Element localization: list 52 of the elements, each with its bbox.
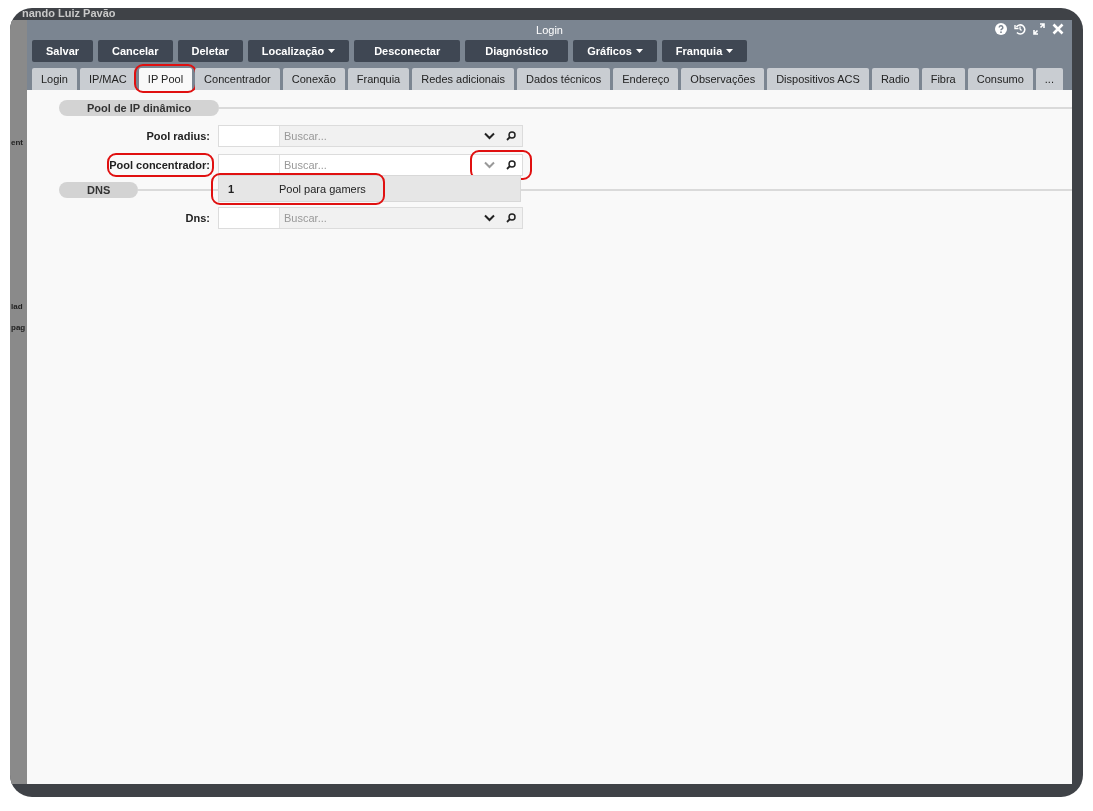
section-header: Pool de IP dinâmico [59, 100, 220, 116]
toolbar-button[interactable]: Cancelar [98, 40, 173, 62]
caret-icon [726, 49, 734, 53]
menu-button[interactable]: Franquia [661, 40, 748, 62]
menu-button[interactable]: Localização [247, 40, 350, 62]
tab[interactable]: Fibra [921, 68, 965, 90]
tab[interactable]: Login [32, 68, 77, 90]
tab[interactable]: ... [1035, 68, 1063, 90]
search-input[interactable]: Buscar... [280, 208, 478, 228]
history-icon[interactable] [1014, 23, 1026, 35]
tab[interactable]: Consumo [967, 68, 1033, 90]
caret-icon [328, 49, 336, 53]
user-name: nando Luiz Pavão [22, 8, 116, 18]
option-name: Pool para gamers [279, 182, 366, 195]
search-icon[interactable] [506, 213, 516, 223]
chevron-down-icon[interactable] [483, 214, 495, 222]
help-icon[interactable] [995, 23, 1007, 35]
toolbar-button[interactable]: Deletar [177, 40, 243, 62]
tab[interactable]: Conexão [282, 68, 345, 90]
tab[interactable]: Observações [681, 68, 765, 90]
tab[interactable]: Franquia [347, 68, 410, 90]
maximize-icon[interactable] [1033, 23, 1045, 35]
section-header: DNS [59, 182, 139, 198]
field-label: Pool concentrador: [59, 159, 210, 171]
field-label: Pool radius: [145, 130, 210, 142]
dropdown-option[interactable]: 1 Pool para gamers [219, 176, 520, 201]
background-text: lad [11, 302, 23, 311]
close-icon[interactable] [1052, 23, 1064, 35]
menu-button[interactable]: Gráficos [573, 40, 657, 62]
tab[interactable]: Endereço [613, 68, 679, 90]
tab[interactable]: IP/MAC [79, 68, 136, 90]
tab[interactable]: Concentrador [195, 68, 280, 90]
option-id: 1 [227, 182, 236, 195]
field-label: Dns: [184, 212, 210, 224]
tab[interactable]: Dados técnicos [517, 68, 611, 90]
search-field[interactable]: Buscar... [218, 125, 523, 147]
tab[interactable]: Radio [871, 68, 919, 90]
search-icon[interactable] [506, 160, 516, 170]
search-icon[interactable] [506, 131, 516, 141]
toolbar-button[interactable]: Diagnóstico [465, 40, 569, 62]
chevron-down-icon[interactable] [483, 132, 495, 140]
background-text: pag [11, 323, 26, 332]
tab[interactable]: Dispositivos ACS [767, 68, 869, 90]
window-title: Login [536, 24, 563, 36]
toolbar-button[interactable]: Desconectar [354, 40, 461, 62]
search-input[interactable]: Buscar... [280, 126, 478, 146]
tab[interactable]: Redes adicionais [412, 68, 514, 90]
search-field[interactable]: Buscar... [218, 154, 523, 176]
background-text: ent [11, 138, 23, 147]
search-field[interactable]: Buscar... [218, 207, 523, 229]
toolbar-button[interactable]: Salvar [32, 40, 94, 62]
caret-icon [635, 49, 643, 53]
